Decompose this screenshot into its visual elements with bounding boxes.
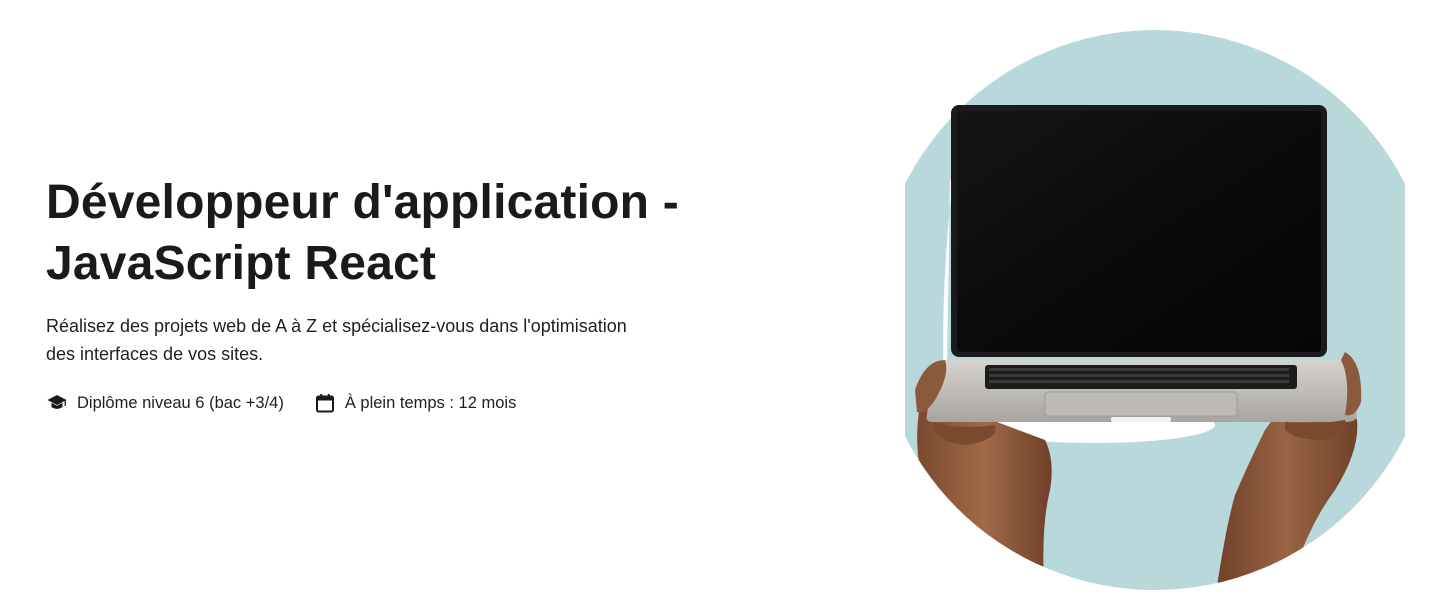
meta-duration-label: À plein temps : 12 mois [344, 393, 517, 412]
page-title: Développeur d'application - JavaScript R… [46, 172, 766, 294]
title-line-2: JavaScript React [46, 237, 437, 290]
hero-illustration [875, 30, 1435, 600]
laptop-screen [951, 105, 1327, 357]
title-line-1: Développeur d'application - [46, 176, 679, 229]
calendar-icon [314, 392, 336, 414]
laptop-base [926, 360, 1357, 422]
graduation-cap-icon [46, 392, 68, 414]
hero-description: Réalisez des projets web de A à Z et spé… [46, 312, 766, 368]
course-meta: Diplôme niveau 6 (bac +3/4) À plein temp… [46, 392, 766, 414]
description-line-2: des interfaces de vos sites. [46, 344, 264, 364]
meta-degree: Diplôme niveau 6 (bac +3/4) [46, 392, 284, 414]
description-line-1: Réalisez des projets web de A à Z et spé… [46, 316, 627, 336]
meta-degree-label: Diplôme niveau 6 (bac +3/4) [77, 393, 284, 412]
meta-duration: À plein temps : 12 mois [314, 392, 517, 414]
hero-text: Développeur d'application - JavaScript R… [46, 172, 766, 414]
hero-section: Développeur d'application - JavaScript R… [0, 0, 1445, 613]
